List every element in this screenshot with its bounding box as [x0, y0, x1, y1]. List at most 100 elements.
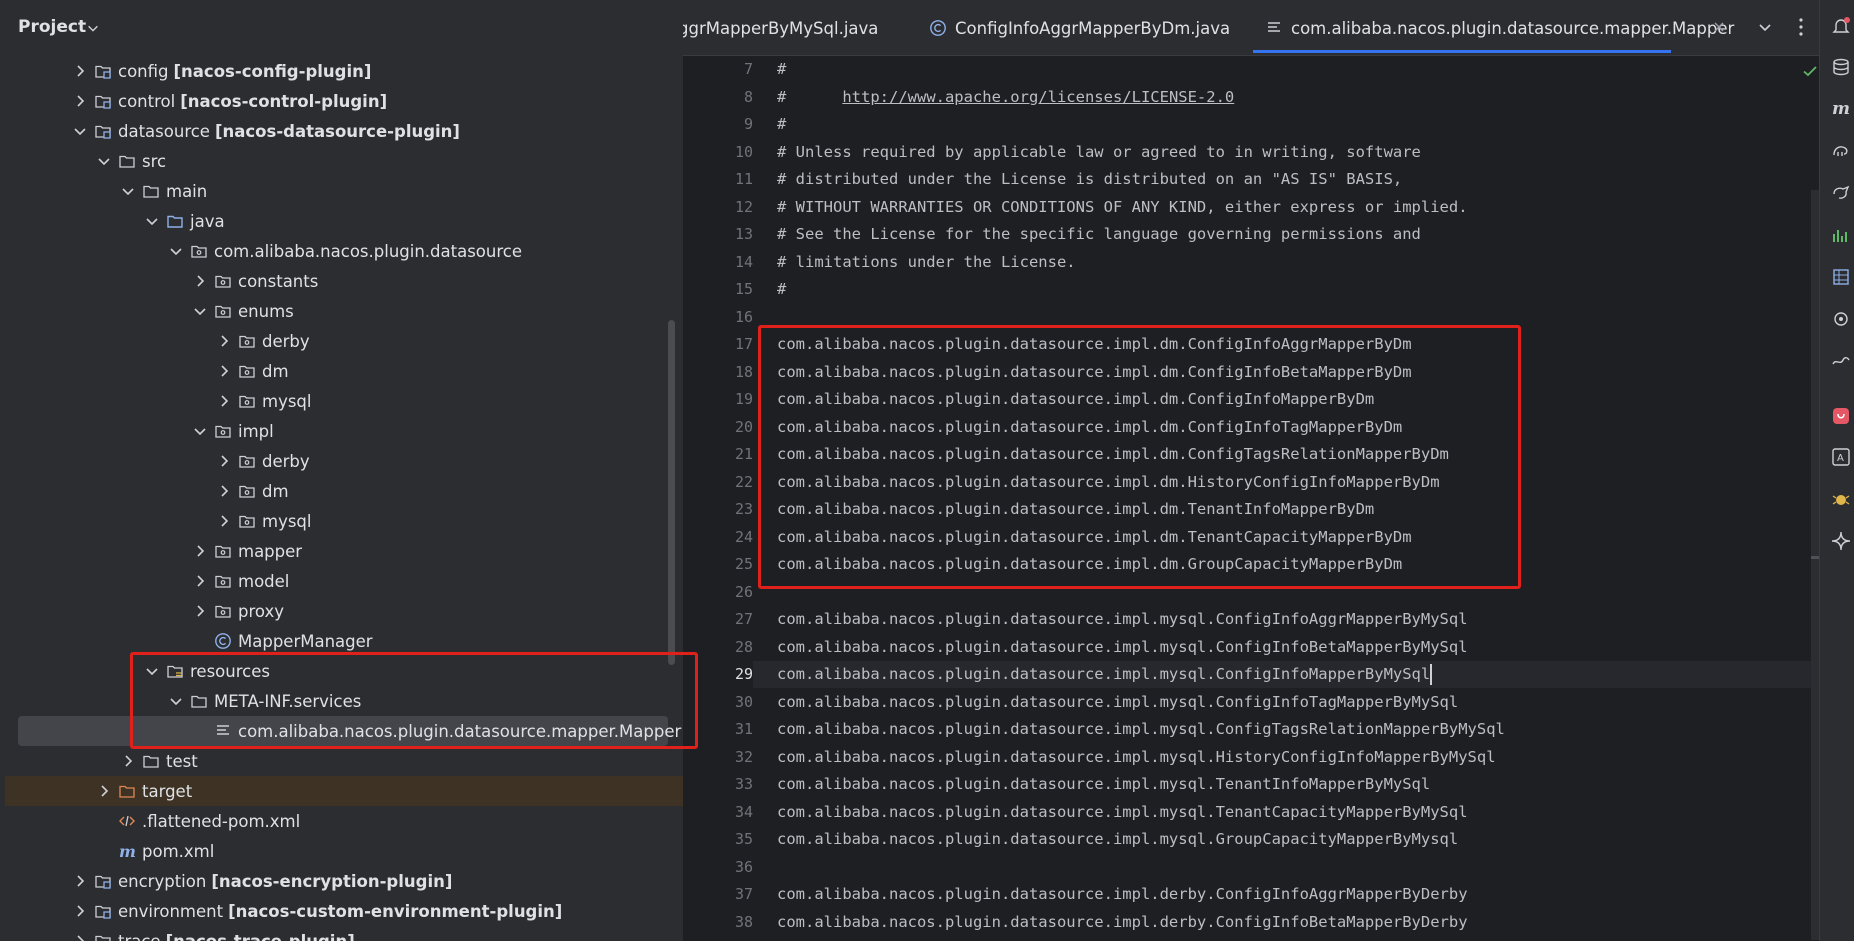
line-number: 27	[734, 610, 753, 628]
ai-assistant-icon[interactable]	[1830, 182, 1852, 204]
chevron-right-icon[interactable]	[72, 63, 88, 79]
chevron-down-icon[interactable]	[96, 153, 112, 169]
tree-item-control[interactable]: control [nacos-control-plugin]	[0, 86, 683, 116]
svg-text:A: A	[1837, 453, 1844, 464]
tree-item-mapper[interactable]: mapper	[0, 536, 683, 566]
tree-item-mysql[interactable]: mysql	[0, 506, 683, 536]
tree-item-derby[interactable]: derby	[0, 446, 683, 476]
package-icon	[214, 272, 232, 290]
plugin-red-icon[interactable]	[1830, 405, 1852, 427]
highlight-box-dm-mappers	[758, 325, 1521, 589]
chevron-down-icon[interactable]	[120, 183, 136, 199]
tree-item-label: derby	[262, 331, 310, 351]
line-number: 19	[734, 390, 753, 408]
endpoints-icon[interactable]	[1830, 350, 1852, 372]
chevron-right-icon[interactable]	[216, 453, 232, 469]
chevron-right-icon[interactable]	[216, 513, 232, 529]
check-icon[interactable]	[1801, 62, 1819, 80]
chevron-down-icon[interactable]	[72, 123, 88, 139]
highlight-box-resources	[130, 652, 698, 749]
excluded-folder-icon	[118, 782, 136, 800]
chevron-down-icon[interactable]	[144, 213, 160, 229]
tree-item-dm[interactable]: dm	[0, 356, 683, 386]
tree-item-config[interactable]: config [nacos-config-plugin]	[0, 56, 683, 86]
chevron-down-icon[interactable]	[192, 303, 208, 319]
chevron-right-icon[interactable]	[216, 333, 232, 349]
line-number: 10	[734, 142, 753, 161]
tree-item-dm[interactable]: dm	[0, 476, 683, 506]
profiler-icon[interactable]	[1830, 224, 1852, 246]
bug-icon[interactable]	[1830, 488, 1852, 510]
translate-icon[interactable]: A	[1830, 446, 1852, 468]
chevron-right-icon[interactable]	[72, 873, 88, 889]
structure-icon[interactable]	[1830, 266, 1852, 288]
tab-config-info-aggr-mapper-dm[interactable]: ConfigInfoAggrMapperByDm.java	[929, 0, 1230, 55]
more-vertical-icon[interactable]	[1791, 16, 1811, 38]
tree-item-environment[interactable]: environment [nacos-custom-environment-plu…	[0, 896, 683, 926]
chevron-right-icon[interactable]	[192, 573, 208, 589]
chevron-down-icon[interactable]	[86, 20, 100, 34]
tree-item-java[interactable]: java	[0, 206, 683, 236]
comment-line: #	[777, 115, 787, 133]
chevron-right-icon[interactable]	[216, 363, 232, 379]
line-number: 16	[734, 307, 753, 326]
tree-item-enums[interactable]: enums	[0, 296, 683, 326]
license-link[interactable]: http://www.apache.org/licenses/LICENSE-2…	[842, 88, 1234, 106]
code-line: com.alibaba.nacos.plugin.datasource.impl…	[777, 885, 1468, 903]
project-title[interactable]: Project	[18, 17, 86, 37]
tree-item-trace[interactable]: trace [nacos-trace-plugin]	[0, 926, 683, 941]
line-number-gutter: 7 8 9 10 11 12 13 14 15 16 17 18 19 20 21 22 23 24 25 26 27 2…	[683, 56, 753, 941]
services-icon[interactable]	[1830, 308, 1852, 330]
line-number: 34	[734, 802, 753, 821]
tab-aggr-mapper-mysql[interactable]: ggrMapperByMySql.java	[683, 0, 878, 55]
chevron-down-icon[interactable]	[1757, 19, 1773, 35]
tab-mapper-services-file[interactable]: com.alibaba.nacos.plugin.datasource.mapp…	[1265, 0, 1734, 55]
code-line: com.alibaba.nacos.plugin.datasource.impl…	[777, 720, 1505, 738]
tree-item-datasource[interactable]: datasource [nacos-datasource-plugin]	[0, 116, 683, 146]
chevron-right-icon[interactable]	[192, 603, 208, 619]
tree-scrollbar[interactable]	[668, 320, 675, 665]
chevron-right-icon[interactable]	[192, 273, 208, 289]
chevron-right-icon[interactable]	[192, 543, 208, 559]
chevron-right-icon[interactable]	[96, 783, 112, 799]
chevron-down-icon[interactable]	[168, 243, 184, 259]
chevron-right-icon[interactable]	[216, 483, 232, 499]
close-icon[interactable]	[1711, 19, 1727, 35]
tree-item-encryption[interactable]: encryption [nacos-encryption-plugin]	[0, 866, 683, 896]
tree-item-proxy[interactable]: proxy	[0, 596, 683, 626]
database-icon[interactable]	[1830, 56, 1852, 78]
chevron-down-icon[interactable]	[192, 423, 208, 439]
tree-item-mysql[interactable]: mysql	[0, 386, 683, 416]
chevron-right-icon[interactable]	[72, 933, 88, 941]
maven-icon[interactable]: m	[1830, 97, 1852, 119]
tree-item-test[interactable]: test	[0, 746, 683, 776]
gradle-icon[interactable]	[1830, 140, 1852, 162]
notifications-icon[interactable]	[1830, 15, 1852, 37]
tree-item-com-alibaba-nacos-plugin-datasource[interactable]: com.alibaba.nacos.plugin.datasource	[0, 236, 683, 266]
project-header: Project	[0, 0, 683, 56]
tree-item-src[interactable]: src	[0, 146, 683, 176]
tree-item-impl[interactable]: impl	[0, 416, 683, 446]
module-folder-icon	[94, 122, 112, 140]
gemini-icon[interactable]	[1830, 530, 1852, 552]
tree-item-constants[interactable]: constants	[0, 266, 683, 296]
module-name: [nacos-encryption-plugin]	[211, 871, 453, 891]
chevron-right-icon[interactable]	[72, 93, 88, 109]
tree-item-flattened-pom-xml[interactable]: .flattened-pom.xml	[0, 806, 683, 836]
tree-item-label: mysql	[262, 511, 312, 531]
tree-item-derby[interactable]: derby	[0, 326, 683, 356]
tree-item-pom-xml[interactable]: m pom.xml	[0, 836, 683, 866]
module-name: [nacos-control-plugin]	[180, 91, 388, 111]
line-number: 14	[734, 252, 753, 271]
editor-scrollbar[interactable]	[1811, 190, 1819, 940]
code-line: com.alibaba.nacos.plugin.datasource.impl…	[777, 610, 1468, 628]
tree-item-model[interactable]: model	[0, 566, 683, 596]
tree-item-main[interactable]: main	[0, 176, 683, 206]
tree-item-target[interactable]: target	[5, 776, 683, 806]
chevron-right-icon[interactable]	[120, 753, 136, 769]
chevron-right-icon[interactable]	[216, 393, 232, 409]
line-number: 13	[734, 225, 753, 243]
comment-line: # Unless required by applicable law or a…	[777, 142, 1421, 161]
tree-item-label: src	[142, 151, 167, 171]
chevron-right-icon[interactable]	[72, 903, 88, 919]
